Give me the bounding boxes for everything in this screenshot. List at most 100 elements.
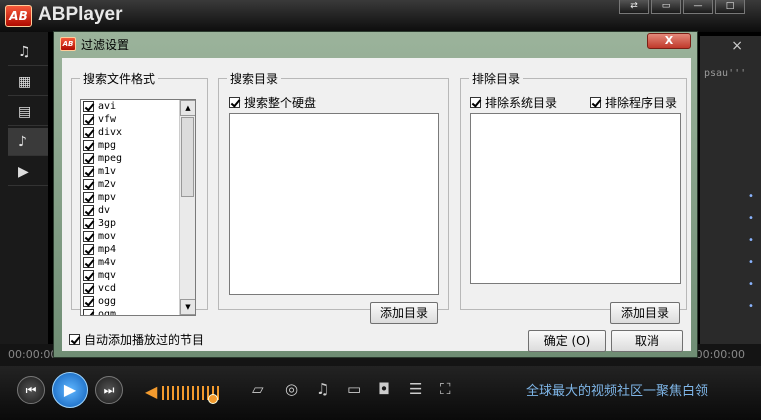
folder-icon[interactable]: ▱ xyxy=(252,380,264,398)
checkbox-box[interactable] xyxy=(83,270,94,281)
slogan-link[interactable]: 全球最大的视频社区一聚焦白领 xyxy=(526,380,708,399)
list-item[interactable]: mp4 xyxy=(81,243,179,256)
app-title: ABPlayer xyxy=(38,4,123,25)
checkbox-box[interactable] xyxy=(83,153,94,164)
search-all-disks-checkbox[interactable]: 搜索整个硬盘 xyxy=(229,94,316,111)
dialog-title: 过滤设置 xyxy=(81,38,130,52)
app-titlebar: AB ABPlayer ⇄ ▭ — □ xyxy=(0,0,761,32)
app-logo: AB xyxy=(5,5,32,27)
exclude-dir-list[interactable] xyxy=(470,113,681,284)
list-item[interactable]: avi xyxy=(81,100,179,113)
search-dir-legend: 搜索目录 xyxy=(230,72,279,86)
checkbox-box[interactable] xyxy=(69,334,80,345)
list-item[interactable]: divx xyxy=(81,126,179,139)
exclude-dir-group: 排除目录 排除系统目录 排除程序目录 添加目录 xyxy=(460,70,687,324)
play-icon[interactable]: ▶ xyxy=(8,158,48,186)
playlist-panel: × psau''' • • • • • • xyxy=(700,36,761,344)
checkbox-box[interactable] xyxy=(83,166,94,177)
list-item[interactable]: ogg xyxy=(81,295,179,308)
format-label: divx xyxy=(98,127,123,138)
checkbox-box[interactable] xyxy=(83,309,94,315)
maximize-button[interactable]: □ xyxy=(715,0,745,14)
playlist-music-icon[interactable]: ♪ xyxy=(8,128,48,156)
subtitle-icon[interactable]: ▤ xyxy=(8,98,48,126)
exclude-dir-add-button[interactable]: 添加目录 xyxy=(610,302,680,324)
checkbox-box[interactable] xyxy=(229,97,240,108)
menu-button[interactable]: ▭ xyxy=(651,0,681,14)
dialog-close-button[interactable]: X xyxy=(647,33,691,49)
close-icon[interactable]: × xyxy=(731,38,743,54)
disc-icon[interactable]: ◎ xyxy=(285,380,298,398)
ok-button[interactable]: 确定 (O) xyxy=(528,330,606,352)
subtitle-icon[interactable]: ▭ xyxy=(347,380,361,398)
playlist-markers: • • • • • • xyxy=(748,191,754,312)
checkbox-box[interactable] xyxy=(83,205,94,216)
format-label: vcd xyxy=(98,283,117,294)
exclude-program-checkbox[interactable]: 排除程序目录 xyxy=(590,94,677,111)
list-scrollbar[interactable]: ▲ ▼ xyxy=(179,100,195,315)
checkbox-box[interactable] xyxy=(83,140,94,151)
search-dir-group: 搜索目录 搜索整个硬盘 添加目录 xyxy=(218,70,449,324)
list-item[interactable]: mqv xyxy=(81,269,179,282)
file-formats-legend: 搜索文件格式 xyxy=(83,72,156,86)
format-label: mqv xyxy=(98,270,117,281)
checkbox-box[interactable] xyxy=(83,101,94,112)
list-icon[interactable]: ☰ xyxy=(409,380,422,398)
scroll-thumb[interactable] xyxy=(181,117,194,197)
checkbox-box[interactable] xyxy=(470,97,481,108)
checkbox-box[interactable] xyxy=(83,114,94,125)
list-item[interactable]: vcd xyxy=(81,282,179,295)
list-item[interactable]: 3gp xyxy=(81,217,179,230)
list-item[interactable]: vfw xyxy=(81,113,179,126)
list-item[interactable]: ogm xyxy=(81,308,179,315)
checkbox-box[interactable] xyxy=(83,218,94,229)
checkbox-box[interactable] xyxy=(83,231,94,242)
exclude-dir-legend: 排除目录 xyxy=(472,72,521,86)
list-item[interactable]: dv xyxy=(81,204,179,217)
checkbox-box[interactable] xyxy=(83,192,94,203)
list-item[interactable]: m1v xyxy=(81,165,179,178)
file-formats-group: 搜索文件格式 avi vfw divx mpg mpeg m1v m2v mpv dv 3gp mo… xyxy=(71,70,208,316)
search-dir-add-button[interactable]: 添加目录 xyxy=(370,302,438,324)
exclude-program-label: 排除程序目录 xyxy=(605,96,678,110)
dialog-titlebar[interactable]: AB 过滤设置 X xyxy=(54,32,697,56)
search-all-disks-label: 搜索整个硬盘 xyxy=(244,96,317,110)
cancel-button[interactable]: 取消 xyxy=(611,330,683,352)
search-dir-list[interactable] xyxy=(229,113,439,295)
checkbox-box[interactable] xyxy=(83,179,94,190)
mini-mode-button[interactable]: ⇄ xyxy=(619,0,649,14)
exclude-system-label: 排除系统目录 xyxy=(485,96,558,110)
format-label: 3gp xyxy=(98,218,117,229)
checkbox-box[interactable] xyxy=(83,244,94,255)
checkbox-box[interactable] xyxy=(83,296,94,307)
list-item[interactable]: m2v xyxy=(81,178,179,191)
list-item[interactable]: mpg xyxy=(81,139,179,152)
scroll-up-arrow-icon[interactable]: ▲ xyxy=(180,100,195,116)
window-controls: ⇄ ▭ — □ xyxy=(619,0,745,14)
filter-settings-dialog: AB 过滤设置 X 搜索文件格式 avi vfw divx mpg mpeg m1v m2v… xyxy=(53,31,698,358)
music-icon[interactable]: ♫ xyxy=(8,38,48,66)
format-label: mov xyxy=(98,231,117,242)
next-button[interactable]: ⏭ xyxy=(95,376,123,404)
checkbox-box[interactable] xyxy=(83,127,94,138)
scroll-down-arrow-icon[interactable]: ▼ xyxy=(180,299,195,315)
list-item[interactable]: mov xyxy=(81,230,179,243)
list-item[interactable]: mpv xyxy=(81,191,179,204)
list-item[interactable]: m4v xyxy=(81,256,179,269)
play-button[interactable]: ▶ xyxy=(52,372,88,408)
fullscreen-icon[interactable]: ⛶ xyxy=(440,380,451,398)
file-format-list[interactable]: avi vfw divx mpg mpeg m1v m2v mpv dv 3gp mov mp4 m4v… xyxy=(80,99,196,316)
volume-knob[interactable] xyxy=(208,394,218,404)
film-icon[interactable]: ▦ xyxy=(8,68,48,96)
auto-add-checkbox[interactable]: 自动添加播放过的节目 xyxy=(69,331,204,348)
speaker-icon[interactable]: ◀ xyxy=(145,382,157,401)
camera-icon[interactable]: ◘ xyxy=(378,380,390,398)
previous-button[interactable]: ⏮ xyxy=(17,376,45,404)
music-note-icon[interactable]: ♫ xyxy=(316,380,329,398)
list-item[interactable]: mpeg xyxy=(81,152,179,165)
checkbox-box[interactable] xyxy=(83,257,94,268)
checkbox-box[interactable] xyxy=(590,97,601,108)
checkbox-box[interactable] xyxy=(83,283,94,294)
exclude-system-checkbox[interactable]: 排除系统目录 xyxy=(470,94,557,111)
minimize-button[interactable]: — xyxy=(683,0,713,14)
